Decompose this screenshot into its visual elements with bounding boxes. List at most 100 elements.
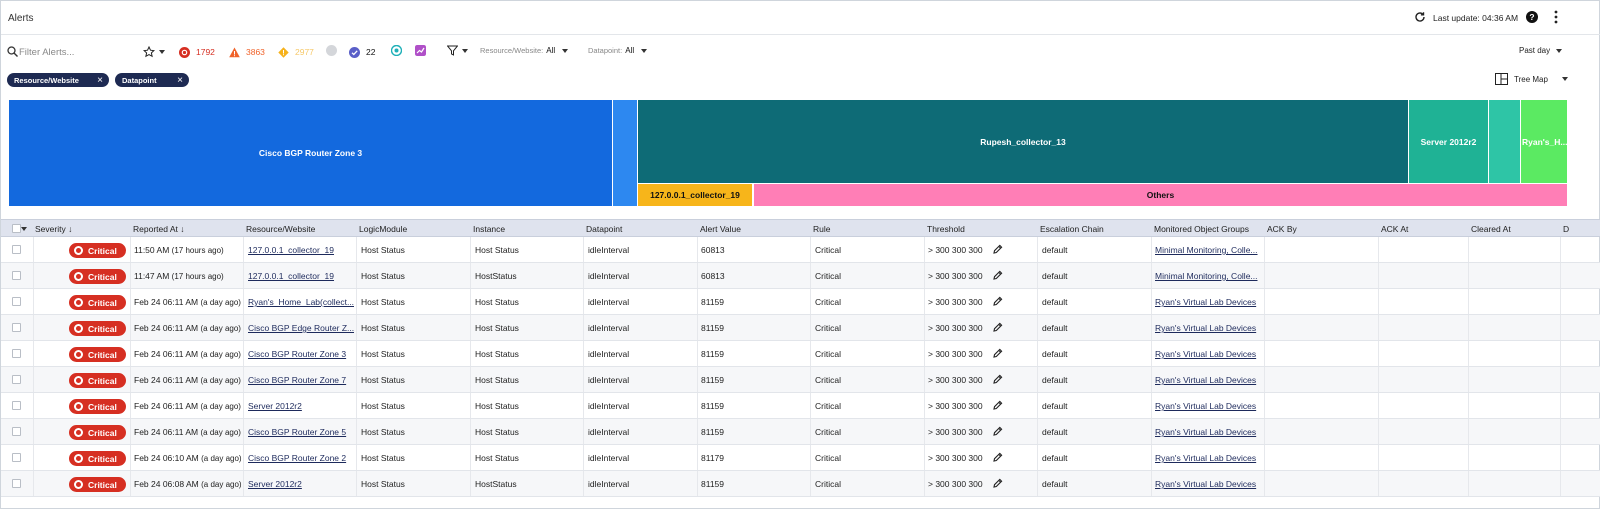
sdt-filter-icon[interactable]	[391, 45, 402, 56]
column-instance[interactable]: Instance	[473, 224, 505, 234]
resource-link[interactable]: Server 2012r2	[248, 401, 354, 411]
resource-link[interactable]: Cisco BGP Router Zone 3	[248, 349, 354, 359]
cleared-filter-icon[interactable]	[326, 45, 337, 56]
edit-pencil-icon[interactable]	[992, 374, 1003, 385]
edit-pencil-icon[interactable]	[992, 478, 1003, 489]
column-ack-at[interactable]: ACK At	[1381, 224, 1408, 234]
table-row[interactable]: Critical 11:47 AM (17 hours ago) 127.0.0…	[1, 263, 1600, 289]
treemap-cell[interactable]: Ryan's_H...	[1521, 100, 1567, 183]
treemap-cell[interactable]: Server 2012r2	[1409, 100, 1488, 183]
column-divider	[1560, 471, 1561, 496]
row-checkbox[interactable]	[12, 297, 21, 306]
column-alert-value[interactable]: Alert Value	[700, 224, 741, 234]
resource-link[interactable]: 127.0.0.1_collector_19	[248, 271, 354, 281]
treemap-cell[interactable]: Others	[754, 184, 1567, 206]
table-row[interactable]: Critical Feb 24 06:08 AM (a day ago) Ser…	[1, 471, 1600, 497]
more-menu-icon[interactable]	[1553, 10, 1559, 24]
select-all-checkbox[interactable]	[12, 224, 21, 233]
treemap-cell[interactable]: 127.0.0.1_collector_19	[638, 184, 752, 206]
treemap-cell[interactable]	[613, 100, 637, 206]
chip-datapoint[interactable]: Datapoint ×	[115, 73, 189, 87]
group-link[interactable]: Minimal Monitoring, Colle...	[1155, 245, 1261, 255]
group-link[interactable]: Ryan's Virtual Lab Devices	[1155, 375, 1261, 385]
row-checkbox[interactable]	[12, 271, 21, 280]
table-row[interactable]: Critical Feb 24 06:11 AM (a day ago) Cis…	[1, 419, 1600, 445]
error-count-filter[interactable]: 3863	[229, 45, 265, 59]
table-row[interactable]: Critical 11:50 AM (17 hours ago) 127.0.0…	[1, 237, 1600, 263]
group-link[interactable]: Ryan's Virtual Lab Devices	[1155, 349, 1261, 359]
filter-alerts-input[interactable]	[19, 44, 129, 60]
refresh-icon[interactable]	[1414, 11, 1426, 23]
column-threshold[interactable]: Threshold	[927, 224, 965, 234]
acknowledged-count-filter[interactable]: 22	[349, 45, 375, 59]
table-row[interactable]: Critical Feb 24 06:11 AM (a day ago) Rya…	[1, 289, 1600, 315]
column-escalation-chain[interactable]: Escalation Chain	[1040, 224, 1104, 234]
filter-dropdown[interactable]	[447, 45, 468, 56]
table-row[interactable]: Critical Feb 24 06:11 AM (a day ago) Cis…	[1, 341, 1600, 367]
column-monitored-object-groups[interactable]: Monitored Object Groups	[1154, 224, 1249, 234]
edit-pencil-icon[interactable]	[992, 452, 1003, 463]
resource-link[interactable]: Cisco BGP Router Zone 5	[248, 427, 354, 437]
column-logicmodule[interactable]: LogicModule	[359, 224, 407, 234]
row-checkbox[interactable]	[12, 245, 21, 254]
warning-count-filter[interactable]: 2977	[278, 45, 314, 59]
column-divider	[243, 367, 244, 392]
resource-link[interactable]: Server 2012r2	[248, 479, 354, 489]
chart-filter-icon[interactable]	[415, 45, 426, 56]
table-row[interactable]: Critical Feb 24 06:10 AM (a day ago) Cis…	[1, 445, 1600, 471]
column-divider	[1560, 289, 1561, 314]
row-checkbox[interactable]	[12, 323, 21, 332]
row-checkbox[interactable]	[12, 401, 21, 410]
group-link[interactable]: Ryan's Virtual Lab Devices	[1155, 323, 1261, 333]
column-rule[interactable]: Rule	[813, 224, 830, 234]
edit-pencil-icon[interactable]	[992, 400, 1003, 411]
close-icon[interactable]: ×	[97, 75, 103, 86]
group-link[interactable]: Ryan's Virtual Lab Devices	[1155, 401, 1261, 411]
resource-link[interactable]: Cisco BGP Router Zone 7	[248, 375, 354, 385]
treemap-cell[interactable]: Rupesh_collector_13	[638, 100, 1408, 183]
group-link[interactable]: Ryan's Virtual Lab Devices	[1155, 453, 1261, 463]
datapoint-dropdown[interactable]: Datapoint: All	[588, 46, 648, 55]
resource-link[interactable]: Cisco BGP Edge Router Z...	[248, 323, 354, 333]
critical-count-filter[interactable]: 1792	[179, 45, 215, 59]
chevron-down-icon[interactable]	[21, 227, 27, 231]
column-divider	[924, 237, 925, 262]
edit-pencil-icon[interactable]	[992, 322, 1003, 333]
table-row[interactable]: Critical Feb 24 06:11 AM (a day ago) Cis…	[1, 315, 1600, 341]
row-checkbox[interactable]	[12, 453, 21, 462]
resource-link[interactable]: Ryan's_Home_Lab(collect...	[248, 297, 354, 307]
column-ack-by[interactable]: ACK By	[1267, 224, 1297, 234]
resource-website-dropdown[interactable]: Resource/Website: All	[480, 46, 569, 55]
column-reported-at[interactable]: Reported At ↓	[133, 224, 185, 234]
column-datapoint[interactable]: Datapoint	[586, 224, 622, 234]
table-row[interactable]: Critical Feb 24 06:11 AM (a day ago) Ser…	[1, 393, 1600, 419]
help-icon[interactable]: ?	[1526, 11, 1538, 23]
time-range-dropdown[interactable]: Past day	[1519, 46, 1563, 55]
column-cleared-at[interactable]: Cleared At	[1471, 224, 1511, 234]
column-d[interactable]: D	[1563, 224, 1569, 234]
resource-link[interactable]: 127.0.0.1_collector_19	[248, 245, 354, 255]
row-checkbox[interactable]	[12, 375, 21, 384]
treemap-cell[interactable]	[1489, 100, 1520, 183]
column-severity[interactable]: Severity ↓	[35, 224, 72, 234]
group-link[interactable]: Ryan's Virtual Lab Devices	[1155, 479, 1261, 489]
edit-pencil-icon[interactable]	[992, 296, 1003, 307]
group-link[interactable]: Ryan's Virtual Lab Devices	[1155, 427, 1261, 437]
row-checkbox[interactable]	[12, 427, 21, 436]
edit-pencil-icon[interactable]	[992, 426, 1003, 437]
view-mode-dropdown[interactable]: Tree Map	[1495, 73, 1568, 85]
treemap-cell[interactable]: Cisco BGP Router Zone 3	[9, 100, 612, 206]
close-icon[interactable]: ×	[177, 75, 183, 86]
edit-pencil-icon[interactable]	[992, 270, 1003, 281]
column-resource-website[interactable]: Resource/Website	[246, 224, 315, 234]
resource-link[interactable]: Cisco BGP Router Zone 2	[248, 453, 354, 463]
row-checkbox[interactable]	[12, 479, 21, 488]
edit-pencil-icon[interactable]	[992, 244, 1003, 255]
favorites-dropdown[interactable]	[143, 45, 165, 59]
chip-resource-website[interactable]: Resource/Website ×	[7, 73, 109, 87]
group-link[interactable]: Minimal Monitoring, Colle...	[1155, 271, 1261, 281]
edit-pencil-icon[interactable]	[992, 348, 1003, 359]
row-checkbox[interactable]	[12, 349, 21, 358]
table-row[interactable]: Critical Feb 24 06:11 AM (a day ago) Cis…	[1, 367, 1600, 393]
group-link[interactable]: Ryan's Virtual Lab Devices	[1155, 297, 1261, 307]
